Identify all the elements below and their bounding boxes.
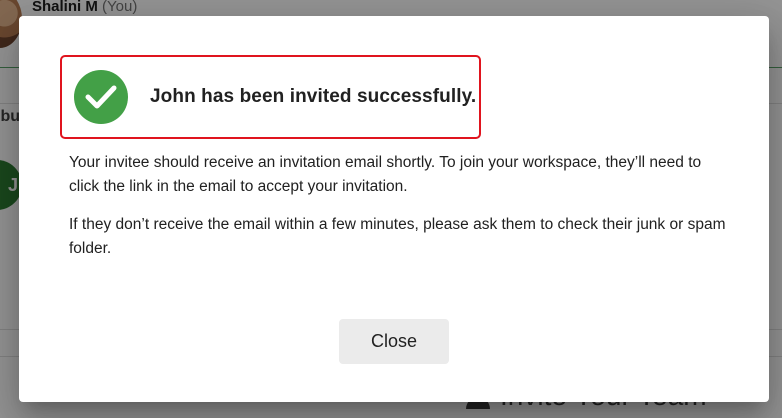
junk-folder-message: If they don’t receive the email within a… bbox=[69, 216, 726, 257]
success-banner: John has been invited successfully. bbox=[60, 55, 481, 139]
dialog-title: John has been invited successfully. bbox=[150, 86, 477, 107]
invitation-message: Your invitee should receive an invitatio… bbox=[69, 154, 702, 195]
check-circle-icon bbox=[74, 70, 128, 124]
close-button[interactable]: Close bbox=[339, 319, 449, 364]
invite-success-dialog: John has been invited successfully. Your… bbox=[19, 16, 769, 402]
